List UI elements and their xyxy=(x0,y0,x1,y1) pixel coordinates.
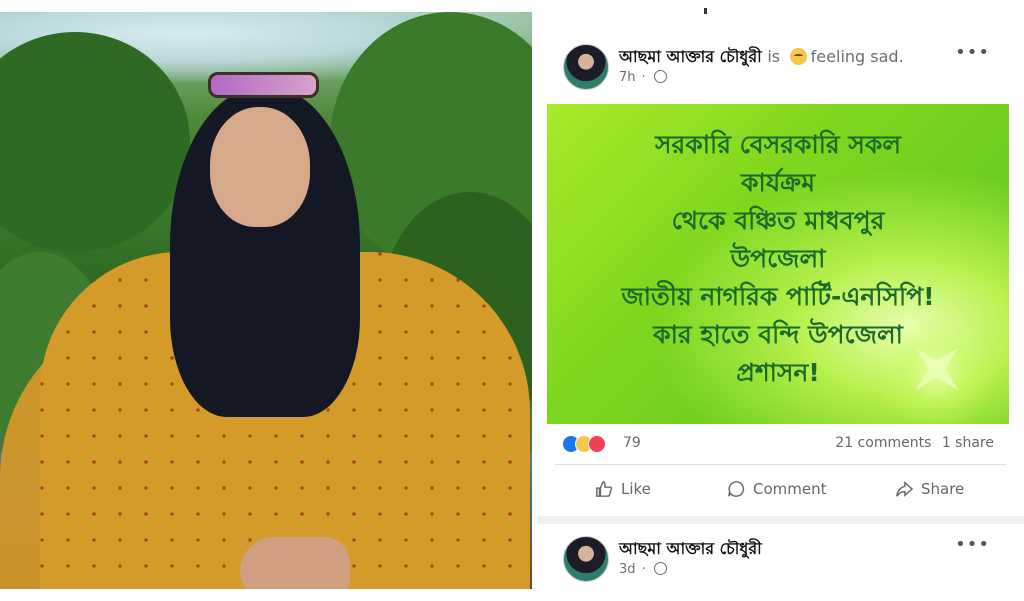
banner-line: কার হাতে বন্দি উপজেলা xyxy=(653,320,903,349)
share-count[interactable]: 1 share xyxy=(942,435,994,451)
post-time[interactable]: 3d xyxy=(619,562,636,577)
more-options-icon[interactable]: ••• xyxy=(955,534,990,555)
post-actions: Like Comment Share xyxy=(537,472,1024,508)
profile-photo xyxy=(0,12,532,589)
post-meta: 7h · xyxy=(619,70,667,85)
comment-icon xyxy=(728,481,745,497)
feed-panel: আছমা আক্তার চৌধুরী is feeling sad. 7h · … xyxy=(537,0,1024,601)
share-icon xyxy=(896,481,913,497)
banner-text: সরকারি বেসরকারি সকল কার্যক্রম থেকে বঞ্চি… xyxy=(547,126,1009,392)
feeling-text[interactable]: feeling sad. xyxy=(811,47,904,66)
photo-hand xyxy=(240,537,350,589)
like-icon xyxy=(596,481,613,497)
divider xyxy=(555,464,1006,465)
post-author-name[interactable]: আছমা আক্তার চৌধুরী xyxy=(619,47,762,66)
reaction-count[interactable]: 79 xyxy=(623,435,641,451)
share-button[interactable]: Share xyxy=(895,480,964,498)
banner-line: জাতীয় নাগরিক পার্টি-এনসিপি! xyxy=(621,282,935,311)
post-header-2: আছমা আক্তার চৌধুরী 3d · ••• xyxy=(537,526,1024,596)
banner-line: থেকে বঞ্চিত মাধবপুর xyxy=(671,206,885,235)
post-header: আছমা আক্তার চৌধুরী is feeling sad. 7h · … xyxy=(537,34,1024,92)
share-label: Share xyxy=(921,480,965,498)
post-author-line: আছমা আক্তার চৌধুরী is feeling sad. xyxy=(619,44,904,71)
like-button[interactable]: Like xyxy=(595,480,651,498)
post-author-name[interactable]: আছমা আক্তার চৌধুরী xyxy=(619,536,762,563)
comment-count[interactable]: 21 comments xyxy=(835,435,931,451)
post-stats: 79 21 comments 1 share xyxy=(537,428,1024,460)
comment-button[interactable]: Comment xyxy=(727,480,827,498)
post-image[interactable]: সরকারি বেসরকারি সকল কার্যক্রম থেকে বঞ্চি… xyxy=(547,104,1009,424)
globe-icon xyxy=(653,562,667,575)
avatar[interactable] xyxy=(563,536,609,582)
comments-shares: 21 comments 1 share xyxy=(835,435,994,451)
banner-line: সরকারি বেসরকারি সকল xyxy=(655,130,901,159)
avatar[interactable] xyxy=(563,44,609,90)
globe-icon xyxy=(653,70,667,83)
sad-emoji-icon xyxy=(789,48,807,65)
photo-face xyxy=(210,107,310,227)
post-separator xyxy=(537,516,1024,524)
reaction-icons[interactable] xyxy=(562,435,606,453)
post-meta: 3d · xyxy=(619,562,667,577)
banner-line: প্রশাসন! xyxy=(736,358,820,387)
like-label: Like xyxy=(621,480,651,498)
is-text: is xyxy=(767,47,781,66)
banner-line: উপজেলা xyxy=(730,244,826,273)
banner-line: কার্যক্রম xyxy=(741,168,815,197)
top-mark xyxy=(704,8,707,14)
more-options-icon[interactable]: ••• xyxy=(955,42,990,63)
comment-label: Comment xyxy=(753,480,827,498)
love-reaction-icon xyxy=(588,435,606,453)
photo-sunglasses xyxy=(208,72,319,98)
post-time[interactable]: 7h xyxy=(619,70,636,85)
